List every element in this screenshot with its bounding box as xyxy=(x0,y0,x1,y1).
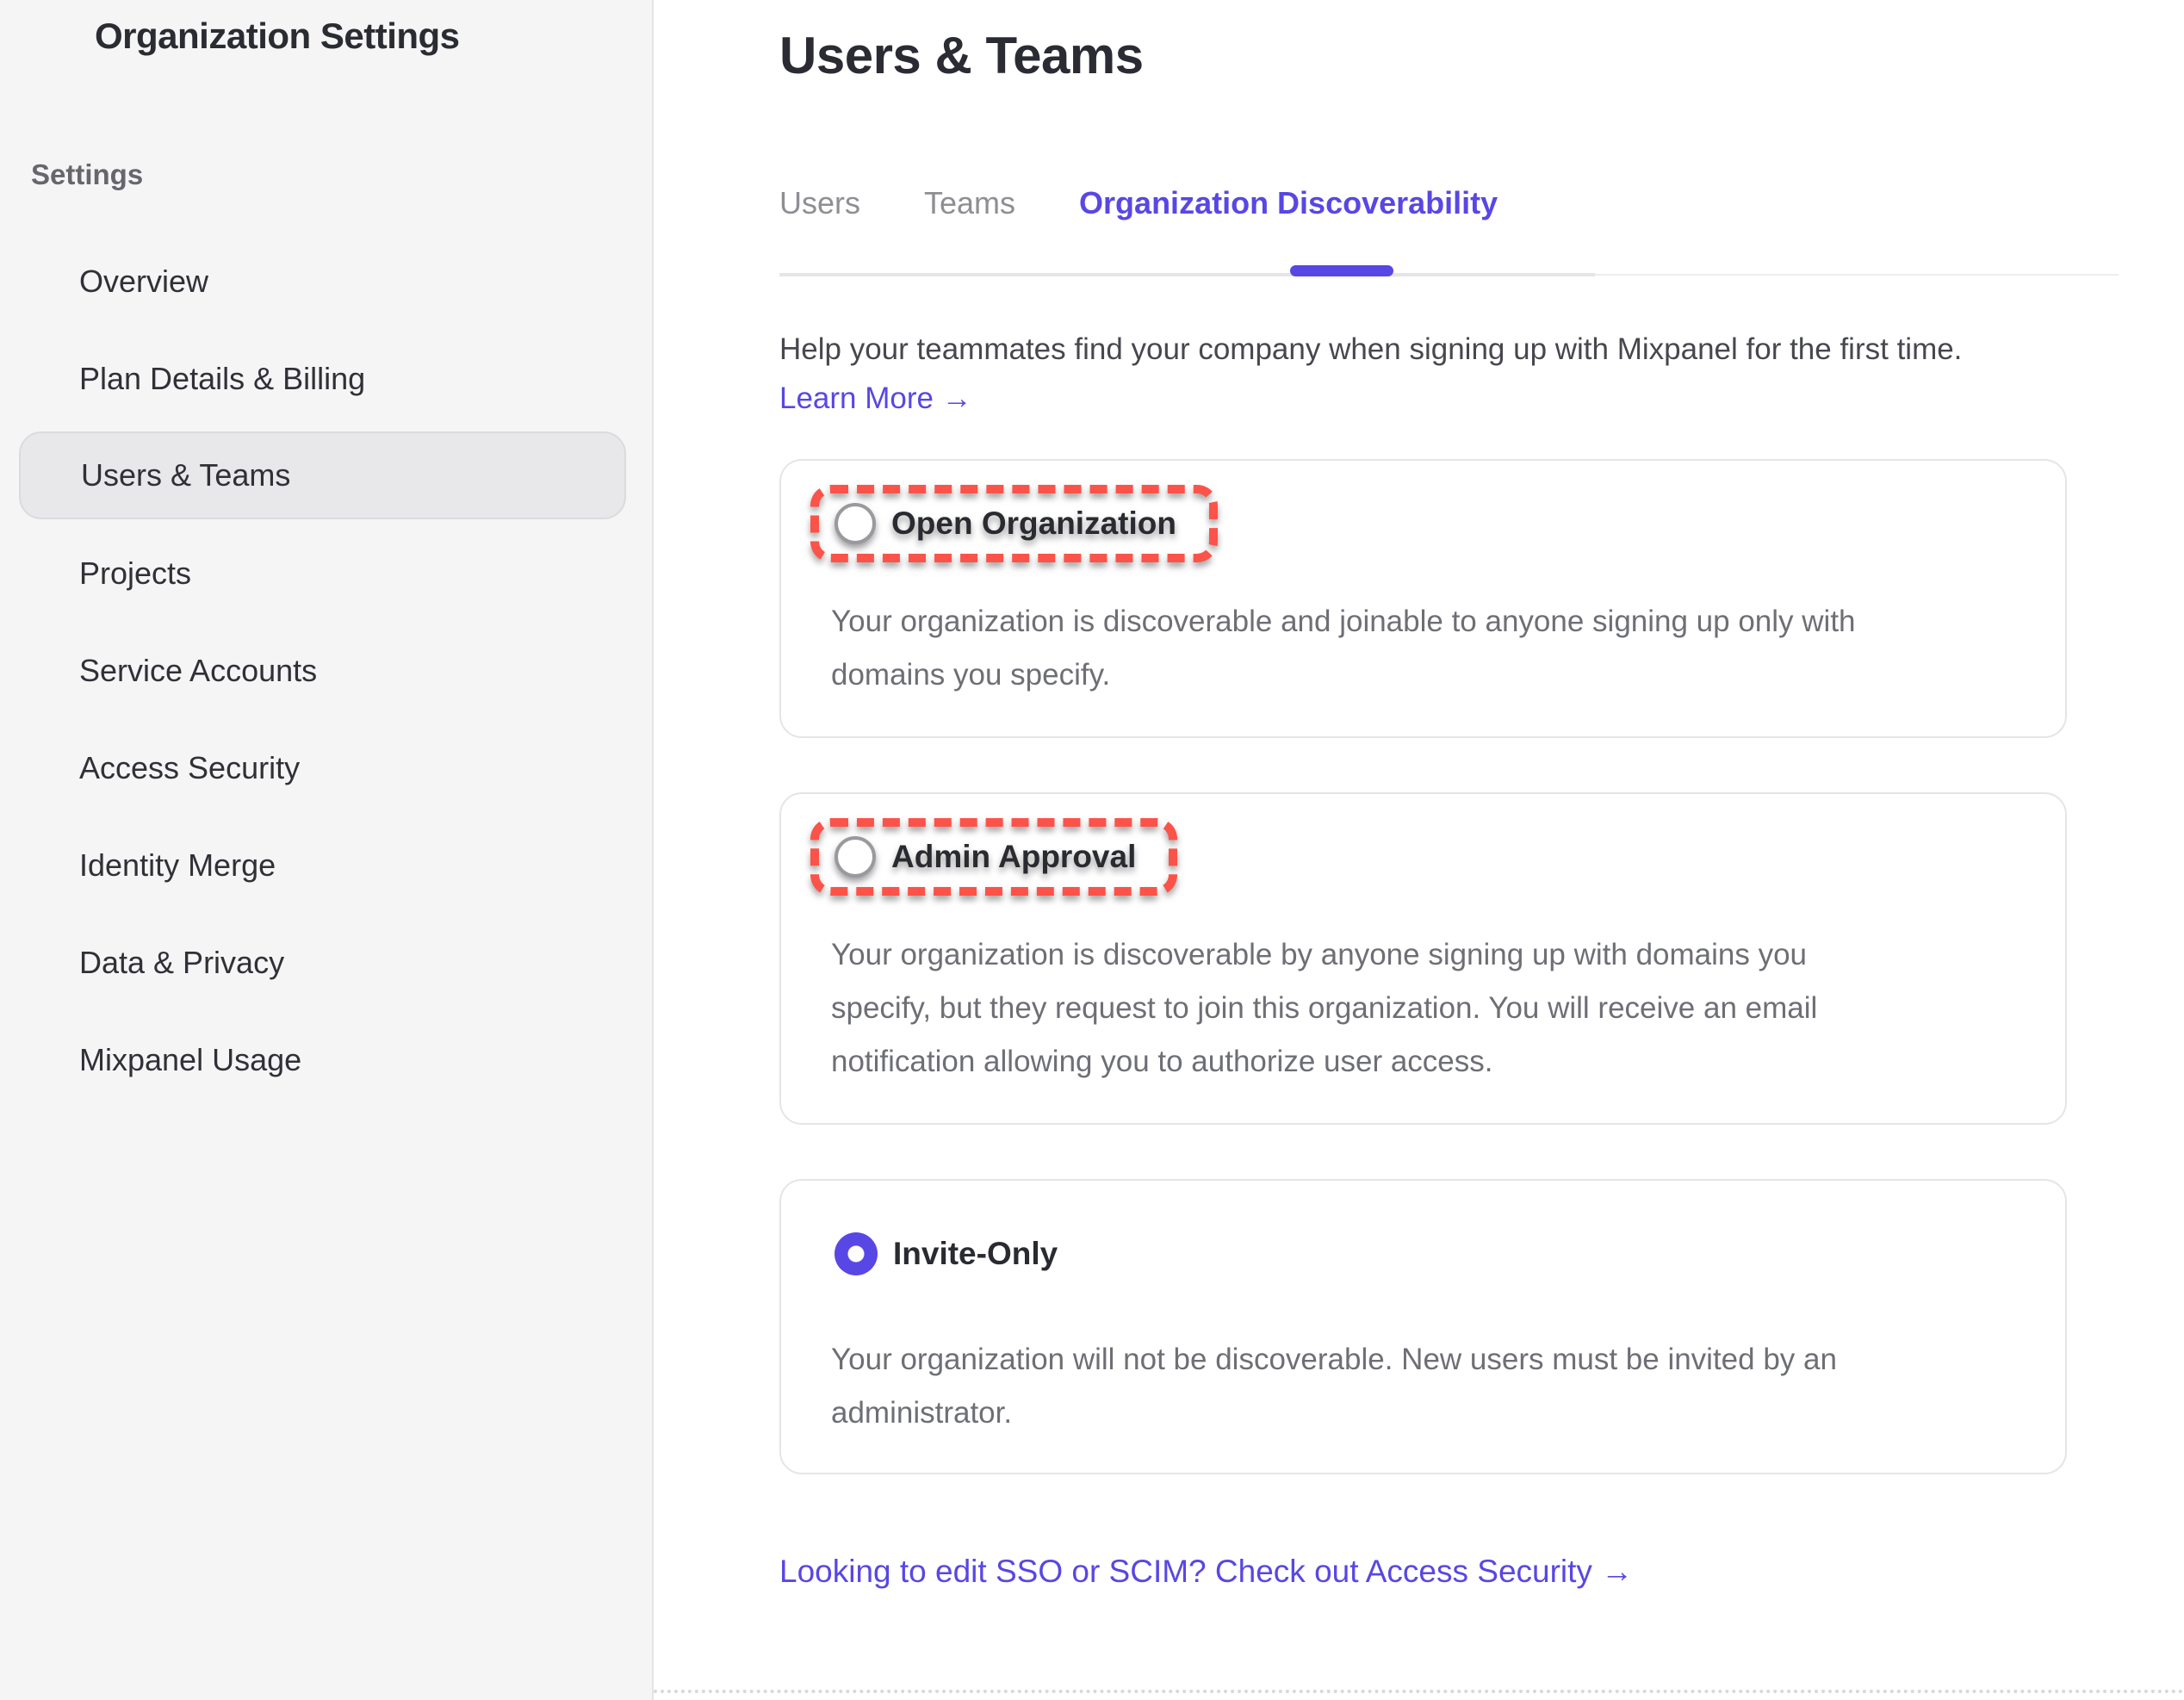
sidebar-item-mixpanel-usage[interactable]: Mixpanel Usage xyxy=(0,1011,652,1108)
radio-admin-approval[interactable] xyxy=(835,836,876,878)
learn-more-link[interactable]: Learn More → xyxy=(779,382,972,416)
option-card-open-organization: Open Organization Your organization is d… xyxy=(779,459,2067,738)
option-card-admin-approval: Admin Approval Your organization is disc… xyxy=(779,792,2067,1125)
settings-sidebar: Organization Settings Settings Overview … xyxy=(0,0,654,1700)
sidebar-item-plan-details-billing[interactable]: Plan Details & Billing xyxy=(0,330,652,427)
discoverability-options: Open Organization Your organization is d… xyxy=(779,459,2067,1474)
sidebar-title: Organization Settings xyxy=(95,16,652,57)
radio-option-open-organization[interactable]: Open Organization xyxy=(810,485,1218,562)
option-description-admin-approval: Your organization is discoverable by any… xyxy=(831,928,2031,1089)
sidebar-group-label-settings: Settings xyxy=(31,158,652,191)
option-description-open-organization: Your organization is discoverable and jo… xyxy=(831,595,2031,702)
tab-underline-track-light xyxy=(1595,274,2119,276)
tab-teams[interactable]: Teams xyxy=(924,185,1015,221)
sidebar-item-identity-merge[interactable]: Identity Merge xyxy=(0,816,652,914)
radio-open-organization[interactable] xyxy=(835,503,876,544)
radio-option-admin-approval[interactable]: Admin Approval xyxy=(810,818,1177,896)
sidebar-item-users-teams[interactable]: Users & Teams xyxy=(19,431,626,519)
active-tab-indicator xyxy=(1290,265,1393,276)
discoverability-intro-text: Help your teammates find your company wh… xyxy=(779,330,2067,369)
option-label-open-organization: Open Organization xyxy=(891,506,1176,542)
sidebar-item-data-privacy[interactable]: Data & Privacy xyxy=(0,914,652,1011)
sidebar-nav: Overview Plan Details & Billing Users & … xyxy=(0,233,652,1108)
main-content: Users & Teams Users Teams Organization D… xyxy=(654,0,2184,1700)
radio-invite-only-checked[interactable] xyxy=(835,1232,878,1275)
organization-settings-page: Organization Settings Settings Overview … xyxy=(0,0,2184,1700)
option-label-admin-approval: Admin Approval xyxy=(891,839,1136,875)
sidebar-item-service-accounts[interactable]: Service Accounts xyxy=(0,622,652,719)
page-title: Users & Teams xyxy=(779,26,2067,85)
sidebar-item-projects[interactable]: Projects xyxy=(0,524,652,622)
sidebar-item-overview[interactable]: Overview xyxy=(0,233,652,330)
tab-bar: Users Teams Organization Discoverability xyxy=(779,185,2067,221)
tab-organization-discoverability[interactable]: Organization Discoverability xyxy=(1079,185,1498,221)
tab-underline-track xyxy=(779,273,1595,276)
access-security-footer-link[interactable]: Looking to edit SSO or SCIM? Check out A… xyxy=(779,1554,1633,1590)
option-description-invite-only: Your organization will not be discoverab… xyxy=(831,1333,2031,1440)
tab-users[interactable]: Users xyxy=(779,185,860,221)
bottom-dotted-divider xyxy=(654,1690,2184,1693)
option-card-invite-only: Invite-Only Your organization will not b… xyxy=(779,1179,2067,1474)
sidebar-item-access-security[interactable]: Access Security xyxy=(0,719,652,816)
option-label-invite-only: Invite-Only xyxy=(893,1236,1058,1272)
radio-option-invite-only[interactable]: Invite-Only xyxy=(835,1232,1058,1275)
tab-underline xyxy=(779,273,2067,276)
